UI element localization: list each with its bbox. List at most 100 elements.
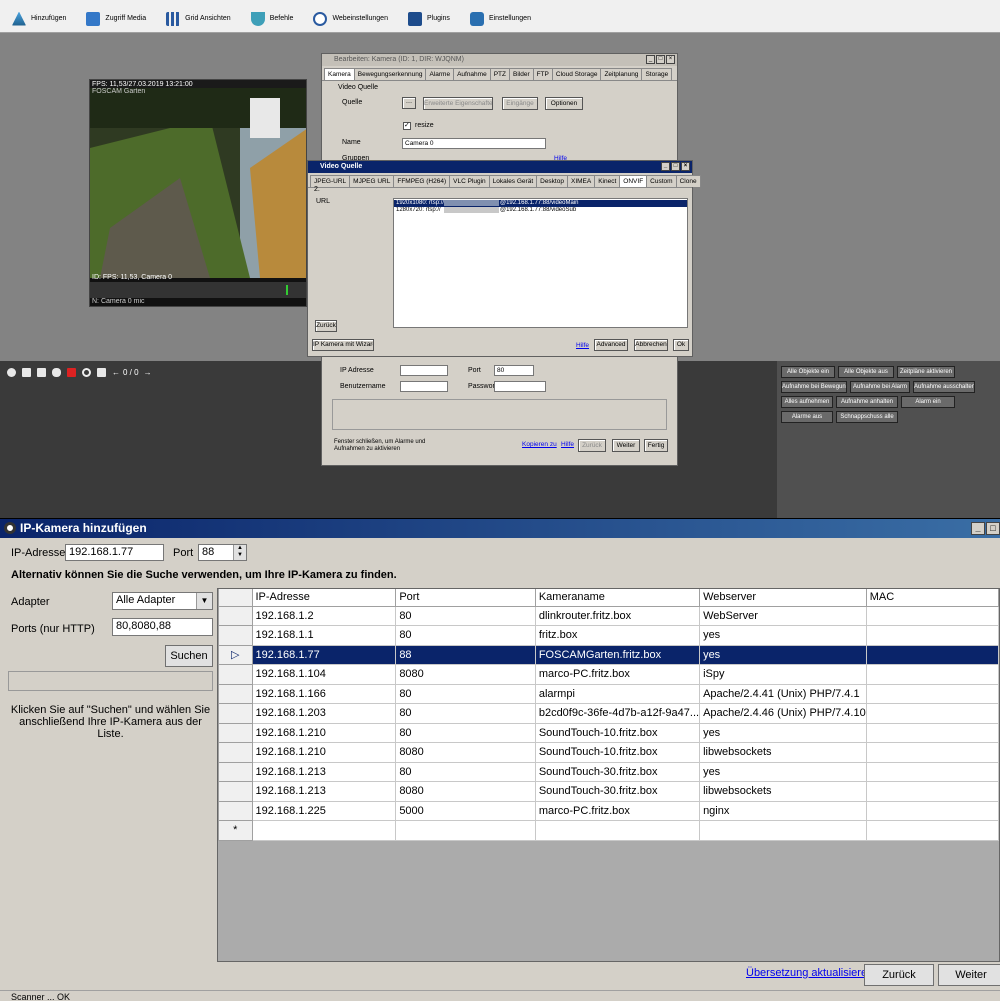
tab-desktop[interactable]: Desktop: [536, 175, 568, 187]
column-mac[interactable]: MAC: [865, 589, 999, 607]
url-list-item-selected[interactable]: 1920x1080: rtsp:// @192.168.1.77:88/vide…: [394, 200, 687, 207]
advanced-button[interactable]: Advanced: [594, 339, 628, 351]
search-button[interactable]: Suchen: [165, 645, 213, 667]
table-row[interactable]: 192.168.1.203 80 b2cd0f9c-36fe-4d7b-a12f-9…: [218, 703, 999, 724]
url-list-item[interactable]: 1280x720: rtsp:// @192.168.1.77:88/video…: [394, 207, 687, 214]
table-row[interactable]: 192.168.1.1 80 fritz.box yes: [218, 625, 999, 646]
table-row[interactable]: ▷ 192.168.1.77 88 FOSCAMGarten.fritz.box yes: [218, 644, 999, 665]
adapter-select[interactable]: Alle Adapter ▼: [112, 592, 213, 610]
snapshot-all-button[interactable]: Schnappschuss alle: [836, 411, 898, 423]
back-button[interactable]: Zurück: [864, 964, 934, 986]
network-icon[interactable]: [97, 367, 106, 377]
column-port[interactable]: Port: [395, 589, 536, 607]
record-on-motion-button[interactable]: Aufnahme bei Bewegung: [781, 381, 847, 393]
table-row[interactable]: 192.168.1.210 8080 SoundTouch-10.fritz.box…: [218, 742, 999, 763]
maximize-icon[interactable]: □: [671, 162, 680, 171]
tab-ftp[interactable]: FTP: [532, 68, 553, 80]
minimize-icon[interactable]: _: [971, 522, 985, 535]
toolbar-commands-button[interactable]: Befehle: [250, 11, 293, 26]
edit-ip-input[interactable]: [400, 365, 448, 376]
row-header[interactable]: [218, 683, 253, 704]
password-input[interactable]: [494, 381, 546, 392]
row-header[interactable]: [218, 722, 253, 743]
edit-finish-button[interactable]: Fertig: [644, 439, 668, 452]
edit-back-button[interactable]: Zurück: [578, 439, 606, 452]
cloud-icon[interactable]: [52, 367, 61, 377]
youtube-icon[interactable]: [67, 367, 76, 377]
maximize-icon[interactable]: □: [656, 55, 665, 64]
row-header[interactable]: [218, 664, 253, 685]
all-objects-off-button[interactable]: Alle Objekte aus: [838, 366, 894, 378]
arrow-right-icon[interactable]: →: [144, 368, 152, 377]
minimize-icon[interactable]: _: [661, 162, 670, 171]
record-off-button[interactable]: Aufnahme ausschalten: [913, 381, 975, 393]
column-ip[interactable]: IP-Adresse: [251, 589, 397, 607]
toolbar-settings-button[interactable]: Einstellungen: [469, 11, 531, 26]
source-browse-button[interactable]: …: [402, 97, 416, 109]
alarms-off-button[interactable]: Alarme aus: [781, 411, 833, 423]
row-header[interactable]: [218, 761, 253, 782]
tab-motion[interactable]: Bewegungserkennung: [353, 68, 427, 80]
edit-next-button[interactable]: Weiter: [612, 439, 640, 452]
tab-kinect[interactable]: Kinect: [594, 175, 621, 187]
table-row[interactable]: 192.168.1.104 8080 marco-PC.fritz.box iSpy: [218, 664, 999, 685]
tab-cloud[interactable]: Cloud Storage: [551, 68, 602, 80]
resize-checkbox[interactable]: ✓: [403, 122, 411, 130]
maximize-icon[interactable]: □: [986, 522, 1000, 535]
toolbar-web-button[interactable]: Webeinstellungen: [313, 11, 388, 26]
tab-vlc[interactable]: VLC Plugin: [449, 175, 490, 187]
alarm-on-button[interactable]: Alarm ein: [901, 396, 955, 408]
record-on-alarm-button[interactable]: Aufnahme bei Alarm: [850, 381, 910, 393]
minimize-icon[interactable]: _: [646, 55, 655, 64]
options-button[interactable]: Optionen: [545, 97, 583, 110]
tab-storage[interactable]: Storage: [641, 68, 673, 80]
row-header[interactable]: [218, 625, 253, 646]
tab-onvif[interactable]: ONVIF: [619, 175, 648, 187]
update-translation-link[interactable]: Übersetzung aktualisieren: [746, 967, 873, 979]
close-icon[interactable]: ×: [666, 55, 675, 64]
edit-help-link[interactable]: Hilfe: [561, 441, 574, 448]
tab-ffmpeg[interactable]: FFMPEG (H264): [393, 175, 451, 187]
toolbar-add-button[interactable]: Hinzufügen: [12, 11, 66, 26]
row-header[interactable]: ▷: [218, 644, 253, 665]
column-webserver[interactable]: Webserver: [699, 589, 867, 607]
close-icon[interactable]: ×: [681, 162, 690, 171]
schedules-activate-button[interactable]: Zeitpläne aktivieren: [897, 366, 955, 378]
arrow-left-icon[interactable]: ←: [112, 368, 120, 377]
port-stepper[interactable]: 88 ▲ ▼: [198, 544, 247, 561]
username-input[interactable]: [400, 381, 448, 392]
row-header[interactable]: [218, 800, 253, 821]
ports-input[interactable]: 80,8080,88: [112, 618, 213, 636]
search-icon[interactable]: [82, 367, 91, 377]
camera-preview[interactable]: FPS: 11,53/27.03.2019 13:21:00 FOSCAM Ga…: [89, 79, 307, 307]
tab-recording[interactable]: Aufnahme: [453, 68, 491, 80]
row-header[interactable]: [218, 703, 253, 724]
edit-port-input[interactable]: 80: [494, 365, 534, 376]
video-help-link[interactable]: Hilfe: [576, 342, 589, 349]
camera-name-input[interactable]: Camera 0: [402, 138, 546, 149]
video-back-button[interactable]: Zurück: [315, 320, 337, 332]
tab-custom[interactable]: Custom: [646, 175, 677, 187]
next-button[interactable]: Weiter: [938, 964, 1000, 986]
tab-mjpeg-url[interactable]: MJPEG URL: [349, 175, 395, 187]
extended-properties-button[interactable]: Erweiterte Eigenschaften: [423, 97, 493, 110]
tab-ptz[interactable]: PTZ: [489, 68, 510, 80]
column-camera-name[interactable]: Kameraname: [534, 589, 701, 607]
toolbar-plugins-button[interactable]: Plugins: [407, 11, 450, 26]
copy-to-link[interactable]: Kopieren zu: [522, 441, 557, 448]
table-row[interactable]: 192.168.1.2 80 dlinkrouter.fritz.box WebSer…: [218, 605, 999, 626]
ok-button[interactable]: Ok: [673, 339, 689, 351]
new-row[interactable]: *: [218, 820, 999, 841]
table-row[interactable]: 192.168.1.213 8080 SoundTouch-30.fritz.box…: [218, 781, 999, 802]
toolbar-media-button[interactable]: Zugriff Media: [86, 11, 146, 26]
check-icon[interactable]: [7, 367, 16, 377]
table-row[interactable]: 192.168.1.225 5000 marco-PC.fritz.box nginx: [218, 800, 999, 821]
wizard-button[interactable]: IP Kamera mit Wizard: [312, 339, 374, 351]
all-objects-on-button[interactable]: Alle Objekte ein: [781, 366, 835, 378]
tab-clone[interactable]: Clone: [675, 175, 701, 187]
toolbar-grid-button[interactable]: Grid Ansichten: [166, 11, 231, 26]
document-icon[interactable]: [37, 367, 46, 377]
inputs-button[interactable]: Eingänge: [502, 97, 538, 110]
chevron-down-icon[interactable]: ▼: [196, 593, 212, 609]
record-all-button[interactable]: Alles aufnehmen: [781, 396, 833, 408]
